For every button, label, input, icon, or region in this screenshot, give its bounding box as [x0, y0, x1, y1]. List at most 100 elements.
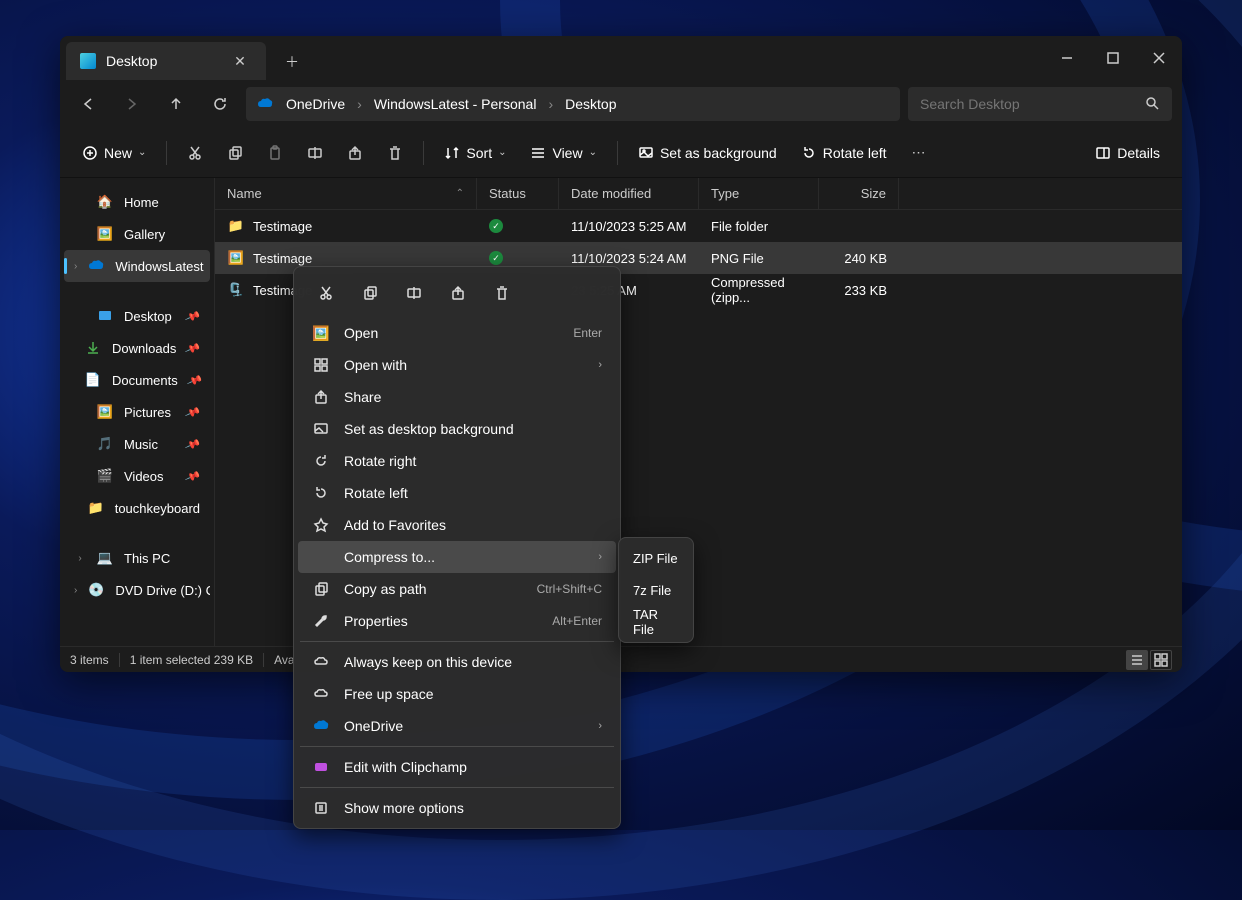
sort-button[interactable]: Sort⌄	[434, 136, 516, 170]
search-input[interactable]	[920, 96, 1144, 112]
home-icon: 🏠	[96, 193, 114, 211]
sidebar-item-gallery[interactable]: 🖼️Gallery	[64, 218, 210, 250]
copy-button[interactable]	[217, 136, 253, 170]
column-headers: Name⌃ Status Date modified Type Size	[215, 178, 1182, 210]
zip-icon: 🗜️	[227, 281, 245, 299]
breadcrumb-item[interactable]: Desktop	[559, 92, 622, 116]
ctx-always-keep[interactable]: Always keep on this device	[298, 646, 616, 678]
refresh-button[interactable]	[202, 88, 238, 120]
chevron-right-icon: ›	[548, 96, 553, 112]
cut-button[interactable]	[177, 136, 213, 170]
more-button[interactable]: ⋯	[901, 136, 937, 170]
open-icon: 🖼️	[312, 324, 330, 342]
set-background-button[interactable]: Set as background	[628, 136, 787, 170]
ctx-open[interactable]: 🖼️OpenEnter	[298, 317, 616, 349]
forward-button[interactable]	[114, 88, 150, 120]
sidebar-item-home[interactable]: 🏠Home	[64, 186, 210, 218]
rename-button[interactable]	[297, 136, 333, 170]
ctx-open-with[interactable]: Open with›	[298, 349, 616, 381]
file-row[interactable]: 📁Testimage ✓ 11/10/2023 5:25 AM File fol…	[215, 210, 1182, 242]
ctx-copy-button[interactable]	[352, 277, 388, 309]
compress-submenu: ZIP File 7z File TAR File	[618, 537, 694, 643]
ctx-properties[interactable]: PropertiesAlt+Enter	[298, 605, 616, 637]
ctx-rename-button[interactable]	[396, 277, 432, 309]
column-size[interactable]: Size	[819, 178, 899, 209]
breadcrumb-item[interactable]: OneDrive	[280, 92, 351, 116]
breadcrumb-item[interactable]: WindowsLatest - Personal	[368, 92, 543, 116]
sidebar-item-pictures[interactable]: 🖼️Pictures📌	[64, 396, 210, 428]
openwith-icon	[312, 356, 330, 374]
chevron-right-icon: ›	[598, 720, 602, 732]
clipchamp-icon	[312, 758, 330, 776]
chevron-right-icon: ›	[598, 551, 602, 563]
desktop-icon	[96, 307, 114, 325]
new-button[interactable]: New⌄	[72, 136, 156, 170]
ctx-rotate-left[interactable]: Rotate left	[298, 477, 616, 509]
submenu-tar[interactable]: TAR File	[623, 606, 689, 638]
close-window-button[interactable]	[1136, 36, 1182, 80]
minimize-button[interactable]	[1044, 36, 1090, 80]
paste-button[interactable]	[257, 136, 293, 170]
details-pane-button[interactable]: Details	[1085, 136, 1170, 170]
status-bar: 3 items 1 item selected 239 KB Ava	[60, 646, 1182, 672]
column-type[interactable]: Type	[699, 178, 819, 209]
close-tab-button[interactable]: ✕	[228, 49, 252, 73]
gallery-icon: 🖼️	[96, 225, 114, 243]
ctx-delete-button[interactable]	[484, 277, 520, 309]
sidebar-item-music[interactable]: 🎵Music📌	[64, 428, 210, 460]
back-button[interactable]	[70, 88, 106, 120]
column-status[interactable]: Status	[477, 178, 559, 209]
breadcrumb[interactable]: OneDrive › WindowsLatest - Personal › De…	[246, 87, 900, 121]
synced-icon: ✓	[489, 251, 503, 265]
more-icon	[312, 799, 330, 817]
ctx-compress[interactable]: Compress to...›	[298, 541, 616, 573]
pin-icon: 📌	[184, 436, 201, 453]
ctx-onedrive[interactable]: OneDrive›	[298, 710, 616, 742]
sidebar-item-thispc[interactable]: ›💻This PC	[64, 542, 210, 574]
documents-icon: 📄	[84, 371, 102, 389]
ctx-show-more[interactable]: Show more options	[298, 792, 616, 824]
ctx-cut-button[interactable]	[308, 277, 344, 309]
pin-icon: 📌	[184, 468, 201, 485]
submenu-7z[interactable]: 7z File	[623, 574, 689, 606]
column-name[interactable]: Name⌃	[215, 178, 477, 209]
share-button[interactable]	[337, 136, 373, 170]
submenu-zip[interactable]: ZIP File	[623, 542, 689, 574]
tab-desktop[interactable]: Desktop ✕	[66, 42, 266, 80]
icons-view-toggle[interactable]	[1150, 650, 1172, 670]
new-tab-button[interactable]: ＋	[274, 44, 310, 80]
sidebar-item-account[interactable]: ›WindowsLatest	[64, 250, 210, 282]
rotate-left-icon	[312, 484, 330, 502]
sidebar-item-documents[interactable]: 📄Documents📌	[64, 364, 210, 396]
pin-icon: 📌	[186, 372, 203, 389]
chevron-right-icon: ›	[598, 359, 602, 371]
delete-button[interactable]	[377, 136, 413, 170]
sidebar-item-videos[interactable]: 🎬Videos📌	[64, 460, 210, 492]
image-icon: 🖼️	[227, 249, 245, 267]
column-date[interactable]: Date modified	[559, 178, 699, 209]
search-box[interactable]	[908, 87, 1172, 121]
ctx-rotate-right[interactable]: Rotate right	[298, 445, 616, 477]
thispc-icon: 💻	[96, 549, 114, 567]
ctx-share[interactable]: Share	[298, 381, 616, 413]
ctx-add-favorites[interactable]: Add to Favorites	[298, 509, 616, 541]
sidebar-item-touchkeyboard[interactable]: 📁touchkeyboard	[64, 492, 210, 524]
up-button[interactable]	[158, 88, 194, 120]
ctx-clipchamp[interactable]: Edit with Clipchamp	[298, 751, 616, 783]
sidebar-item-dvd[interactable]: ›💿DVD Drive (D:) C	[64, 574, 210, 606]
ctx-copy-path[interactable]: Copy as pathCtrl+Shift+C	[298, 573, 616, 605]
view-button[interactable]: View⌄	[520, 136, 606, 170]
onedrive-icon	[87, 257, 105, 275]
sidebar-item-desktop[interactable]: Desktop📌	[64, 300, 210, 332]
ctx-set-background[interactable]: Set as desktop background	[298, 413, 616, 445]
maximize-button[interactable]	[1090, 36, 1136, 80]
ctx-free-space[interactable]: Free up space	[298, 678, 616, 710]
cloud-icon	[312, 685, 330, 703]
sidebar-item-downloads[interactable]: Downloads📌	[64, 332, 210, 364]
rotate-left-button[interactable]: Rotate left	[791, 136, 897, 170]
ctx-share-button[interactable]	[440, 277, 476, 309]
wrench-icon	[312, 612, 330, 630]
folder-icon: 📁	[227, 217, 245, 235]
window-controls	[1044, 36, 1182, 80]
details-view-toggle[interactable]	[1126, 650, 1148, 670]
